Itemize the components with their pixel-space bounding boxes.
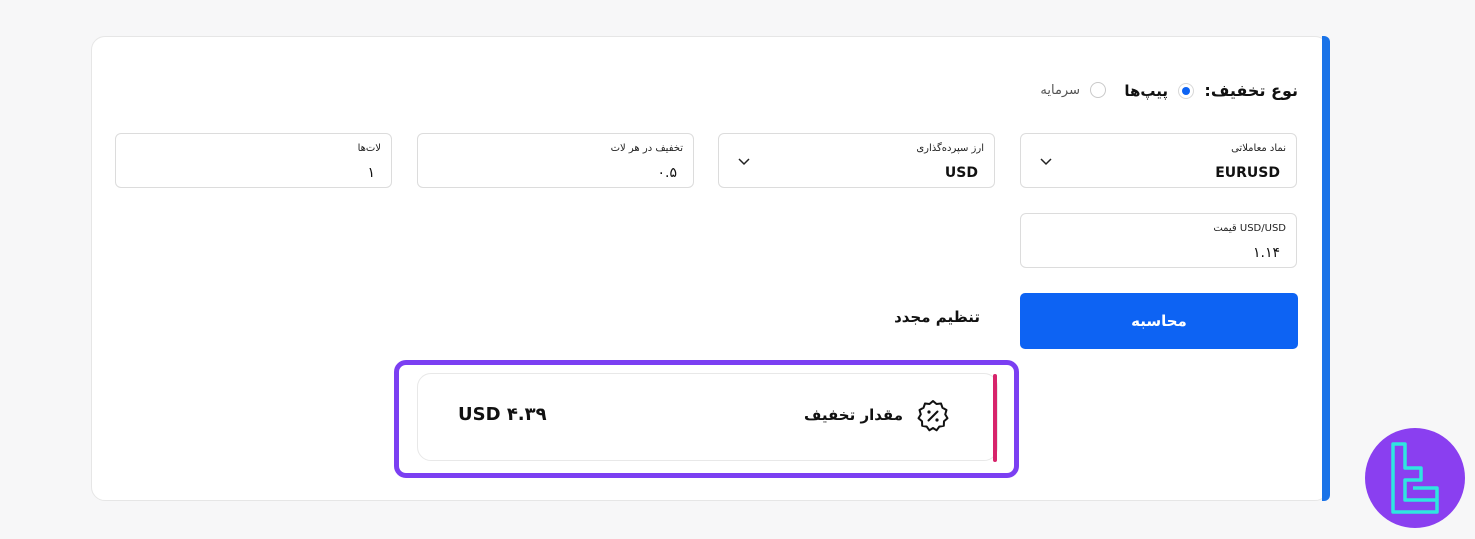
deposit-currency-label: ارز سپرده‌گذاری	[916, 143, 984, 154]
discount-type-label: نوع تخفیف:	[1204, 81, 1298, 100]
result-edge-accent	[993, 374, 997, 462]
radio-option-capital[interactable]: سرمایه	[1040, 82, 1106, 98]
symbol-value: EURUSD	[1215, 165, 1280, 181]
radio-selected-dot	[1182, 87, 1190, 95]
lots-label: لات‌ها	[357, 143, 381, 154]
radio-pips[interactable]	[1178, 83, 1194, 99]
discount-per-lot-label: تخفیف در هر لات	[610, 143, 683, 154]
chevron-down-icon	[1040, 158, 1052, 166]
deposit-currency-select[interactable]: ارز سپرده‌گذاری USD	[718, 133, 995, 188]
symbol-select[interactable]: نماد معاملاتی EURUSD	[1020, 133, 1297, 188]
radio-option-pips[interactable]: پیپ‌ها	[1124, 82, 1194, 100]
chevron-down-icon	[738, 158, 750, 166]
discount-per-lot-field[interactable]: تخفیف در هر لات ۰.۵	[417, 133, 694, 188]
lots-value: ۱	[367, 165, 375, 181]
discount-amount-value: ۴.۳۹ USD	[458, 404, 547, 425]
reset-button[interactable]: تنظیم مجدد	[894, 308, 980, 326]
symbol-label: نماد معاملاتی	[1231, 143, 1286, 154]
deposit-currency-value: USD	[944, 165, 978, 181]
discount-amount-label: مقدار تخفیف	[804, 406, 903, 424]
price-label: USD/USD قیمت	[1213, 223, 1286, 234]
discount-per-lot-value: ۰.۵	[657, 165, 678, 181]
radio-capital-label: سرمایه	[1040, 82, 1080, 98]
calculate-button[interactable]: محاسبه	[1020, 293, 1298, 349]
brand-logo	[1365, 428, 1465, 528]
radio-capital[interactable]	[1090, 82, 1106, 98]
card-accent-bar	[1322, 36, 1330, 501]
discount-badge-icon	[917, 400, 949, 432]
price-field[interactable]: USD/USD قیمت ۱.۱۴	[1020, 213, 1297, 268]
radio-pips-label: پیپ‌ها	[1124, 82, 1168, 100]
tradingfinder-logo-icon	[1391, 442, 1439, 514]
lots-field[interactable]: لات‌ها ۱	[115, 133, 392, 188]
price-value: ۱.۱۴	[1252, 245, 1280, 261]
result-box: مقدار تخفیف ۴.۳۹ USD	[417, 373, 998, 462]
